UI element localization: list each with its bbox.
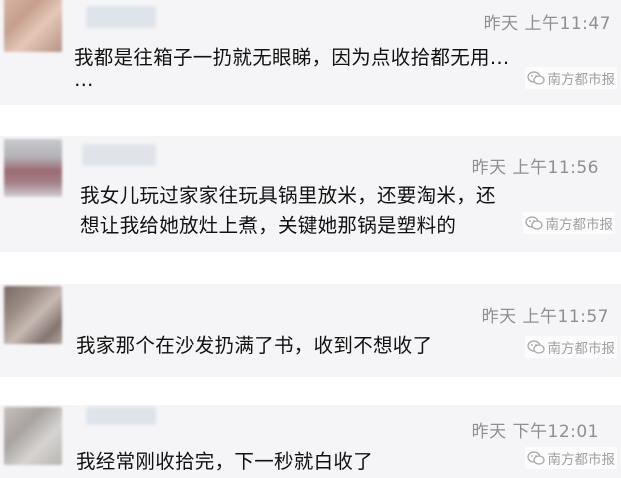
username-blurred[interactable]: [86, 407, 156, 425]
wechat-icon: [526, 340, 545, 354]
comment-card: 昨天 上午11:47 我都是往箱子一扔就无眼睇，因为点收拾都无用… … 南方都市…: [0, 0, 621, 105]
username-blurred[interactable]: [82, 144, 156, 166]
comment-timestamp: 昨天 下午12:01: [471, 422, 599, 442]
comment-card: 昨天 下午12:01 我经常刚收拾完，下一秒就白收了 南方都市报: [0, 405, 621, 478]
comment-text-line: 想让我给她放灶上煮，关键她那锅是塑料的: [80, 214, 457, 237]
watermark: 南方都市报: [522, 212, 615, 234]
watermark-text: 南方都市报: [545, 217, 614, 233]
wechat-icon: [524, 216, 543, 230]
wechat-icon: [526, 451, 545, 465]
comment-text-line: 我家那个在沙发扔满了书，收到不想收了: [76, 334, 433, 357]
avatar[interactable]: [4, 0, 62, 52]
comment-card: 昨天 上午11:57 我家那个在沙发扔满了书，收到不想收了 南方都市报: [0, 284, 621, 377]
username-blurred[interactable]: [86, 6, 156, 28]
watermark: 南方都市报: [524, 447, 617, 469]
comment-timestamp: 昨天 上午11:56: [471, 158, 599, 178]
comment-card: 昨天 上午11:56 我女儿玩过家家往玩具锅里放米，还要淘米，还 想让我给她放灶…: [0, 136, 621, 252]
wechat-icon: [526, 71, 545, 85]
watermark: 南方都市报: [524, 336, 617, 358]
comment-timestamp: 昨天 上午11:57: [481, 307, 609, 327]
comment-text-line: 我都是往箱子一扔就无眼睇，因为点收拾都无用…: [74, 46, 510, 69]
avatar[interactable]: [4, 139, 62, 197]
comment-text-line: …: [74, 68, 94, 91]
watermark-text: 南方都市报: [547, 452, 616, 468]
comment-timestamp: 昨天 上午11:47: [483, 14, 611, 34]
comment-text-line: 我经常刚收拾完，下一秒就白收了: [76, 450, 374, 473]
watermark-text: 南方都市报: [547, 341, 616, 357]
watermark: 南方都市报: [524, 67, 617, 89]
avatar[interactable]: [4, 286, 62, 344]
avatar[interactable]: [4, 407, 62, 465]
watermark-text: 南方都市报: [547, 72, 616, 88]
comment-text-line: 我女儿玩过家家往玩具锅里放米，还要淘米，还: [80, 184, 496, 207]
